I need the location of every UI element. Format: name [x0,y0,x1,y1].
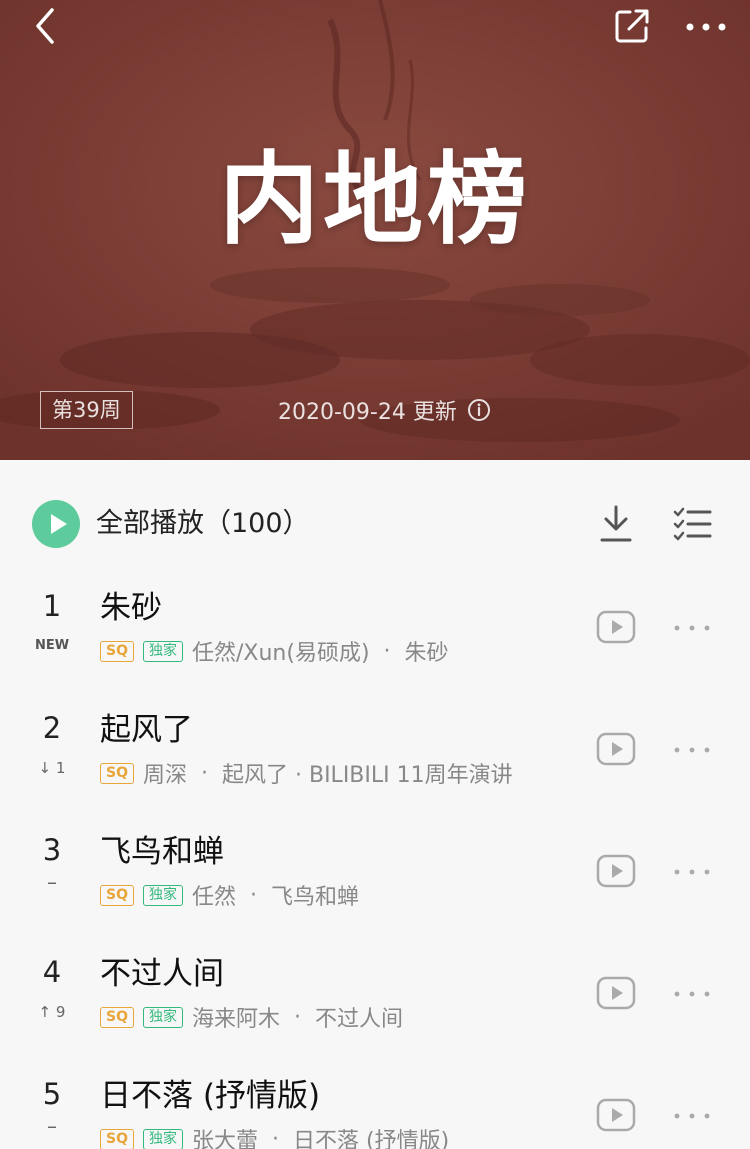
week-badge: 第39周 [40,391,133,429]
song-rank: 5 [42,1077,62,1111]
song-artist: 任然 [191,885,236,910]
sq-badge: SQ [100,1006,134,1028]
rank-change: – [47,870,57,894]
more-dots-icon[interactable] [672,618,712,638]
song-row[interactable]: 2 ↓ 1 起风了 SQ 周深 · 起风了 · BILIBILI 11周年演讲 [0,690,750,812]
more-button[interactable] [680,4,732,48]
rank-change-new: NEW [34,638,70,653]
video-play-icon[interactable] [596,732,636,766]
more-dots-icon[interactable] [672,740,712,760]
sq-badge: SQ [100,884,134,906]
exclusive-badge: 独家 [142,1006,183,1028]
info-icon [467,399,490,421]
song-title: 日不落 (抒情版) [100,1078,321,1114]
meta-separator: · [383,638,391,664]
exclusive-badge: 独家 [142,1128,183,1149]
song-album: 不过人间 [315,1007,404,1032]
sq-badge: SQ [100,762,134,784]
song-rank: 1 [42,589,62,623]
song-meta: SQ 周深 · 起风了 · BILIBILI 11周年演讲 [100,758,513,788]
song-artist: 张大蕾 [191,1129,258,1149]
sq-badge: SQ [100,640,134,662]
share-button[interactable] [610,4,654,48]
share-icon [615,9,649,43]
song-rank: 3 [42,833,62,867]
song-row[interactable]: 5 – 日不落 (抒情版) SQ 独家 张大蕾 · 日不落 (抒情版) [0,1056,750,1149]
song-list: 1 NEW 朱砂 SQ 独家 任然/Xun(易硕成) · 朱砂 2 ↓ 1 起风… [0,568,750,1149]
sq-badge: SQ [100,1128,134,1149]
song-row[interactable]: 4 ↑ 9 不过人间 SQ 独家 海来阿木 · 不过人间 [0,934,750,1056]
song-album: 日不落 (抒情版) [293,1129,450,1149]
meta-separator: · [272,1126,279,1149]
video-play-icon[interactable] [596,610,636,644]
song-title: 不过人间 [100,956,224,992]
back-arrow-icon [36,8,54,44]
song-artist: 任然/Xun(易硕成) [191,641,370,666]
song-meta: SQ 独家 海来阿木 · 不过人间 [100,1002,403,1032]
song-meta: SQ 独家 任然 · 飞鸟和蝉 [100,880,359,910]
more-dots-icon[interactable] [672,862,712,882]
more-dots-icon[interactable] [672,1106,712,1126]
page-title: 内地榜 [219,141,531,258]
video-play-icon[interactable] [596,976,636,1010]
song-album: 飞鸟和蝉 [271,885,360,910]
rank-change: – [47,1114,57,1138]
rank-change: ↓ 1 [38,759,66,777]
song-album: 朱砂 [404,641,449,666]
meta-separator: · [250,882,257,908]
play-all-button[interactable]: 全部播放（100） [96,506,310,542]
more-dots-icon [686,23,726,31]
chart-banner: 内地榜 第39周 2020-09-24 更新 [0,0,750,460]
meta-separator: · [294,1004,301,1030]
song-rank: 2 [42,711,62,745]
update-info[interactable]: 2020-09-24 更新 [278,392,491,428]
download-icon[interactable] [598,504,634,544]
song-rank: 4 [42,955,62,989]
back-button[interactable] [24,4,68,48]
song-artist: 周深 [142,763,187,788]
meta-separator: · [201,760,208,786]
exclusive-badge: 独家 [142,884,183,906]
play-circle-icon[interactable] [32,500,80,548]
song-title: 朱砂 [100,590,162,626]
multiselect-list-icon[interactable] [672,506,712,542]
song-title: 起风了 [100,712,193,748]
rank-change: ↑ 9 [38,1003,66,1021]
song-album: 起风了 · BILIBILI 11周年演讲 [222,763,513,788]
chart-page: 内地榜 第39周 2020-09-24 更新 全部播放（100） 1 NEW 朱… [0,0,750,1149]
song-meta: SQ 独家 任然/Xun(易硕成) · 朱砂 [100,636,449,666]
exclusive-badge: 独家 [142,640,183,662]
video-play-icon[interactable] [596,1098,636,1132]
song-meta: SQ 独家 张大蕾 · 日不落 (抒情版) [100,1124,449,1149]
song-artist: 海来阿木 [191,1007,280,1032]
song-row[interactable]: 3 – 飞鸟和蝉 SQ 独家 任然 · 飞鸟和蝉 [0,812,750,934]
video-play-icon[interactable] [596,854,636,888]
update-date: 2020-09-24 更新 [278,400,457,425]
more-dots-icon[interactable] [672,984,712,1004]
song-row[interactable]: 1 NEW 朱砂 SQ 独家 任然/Xun(易硕成) · 朱砂 [0,568,750,690]
song-title: 飞鸟和蝉 [100,834,224,870]
